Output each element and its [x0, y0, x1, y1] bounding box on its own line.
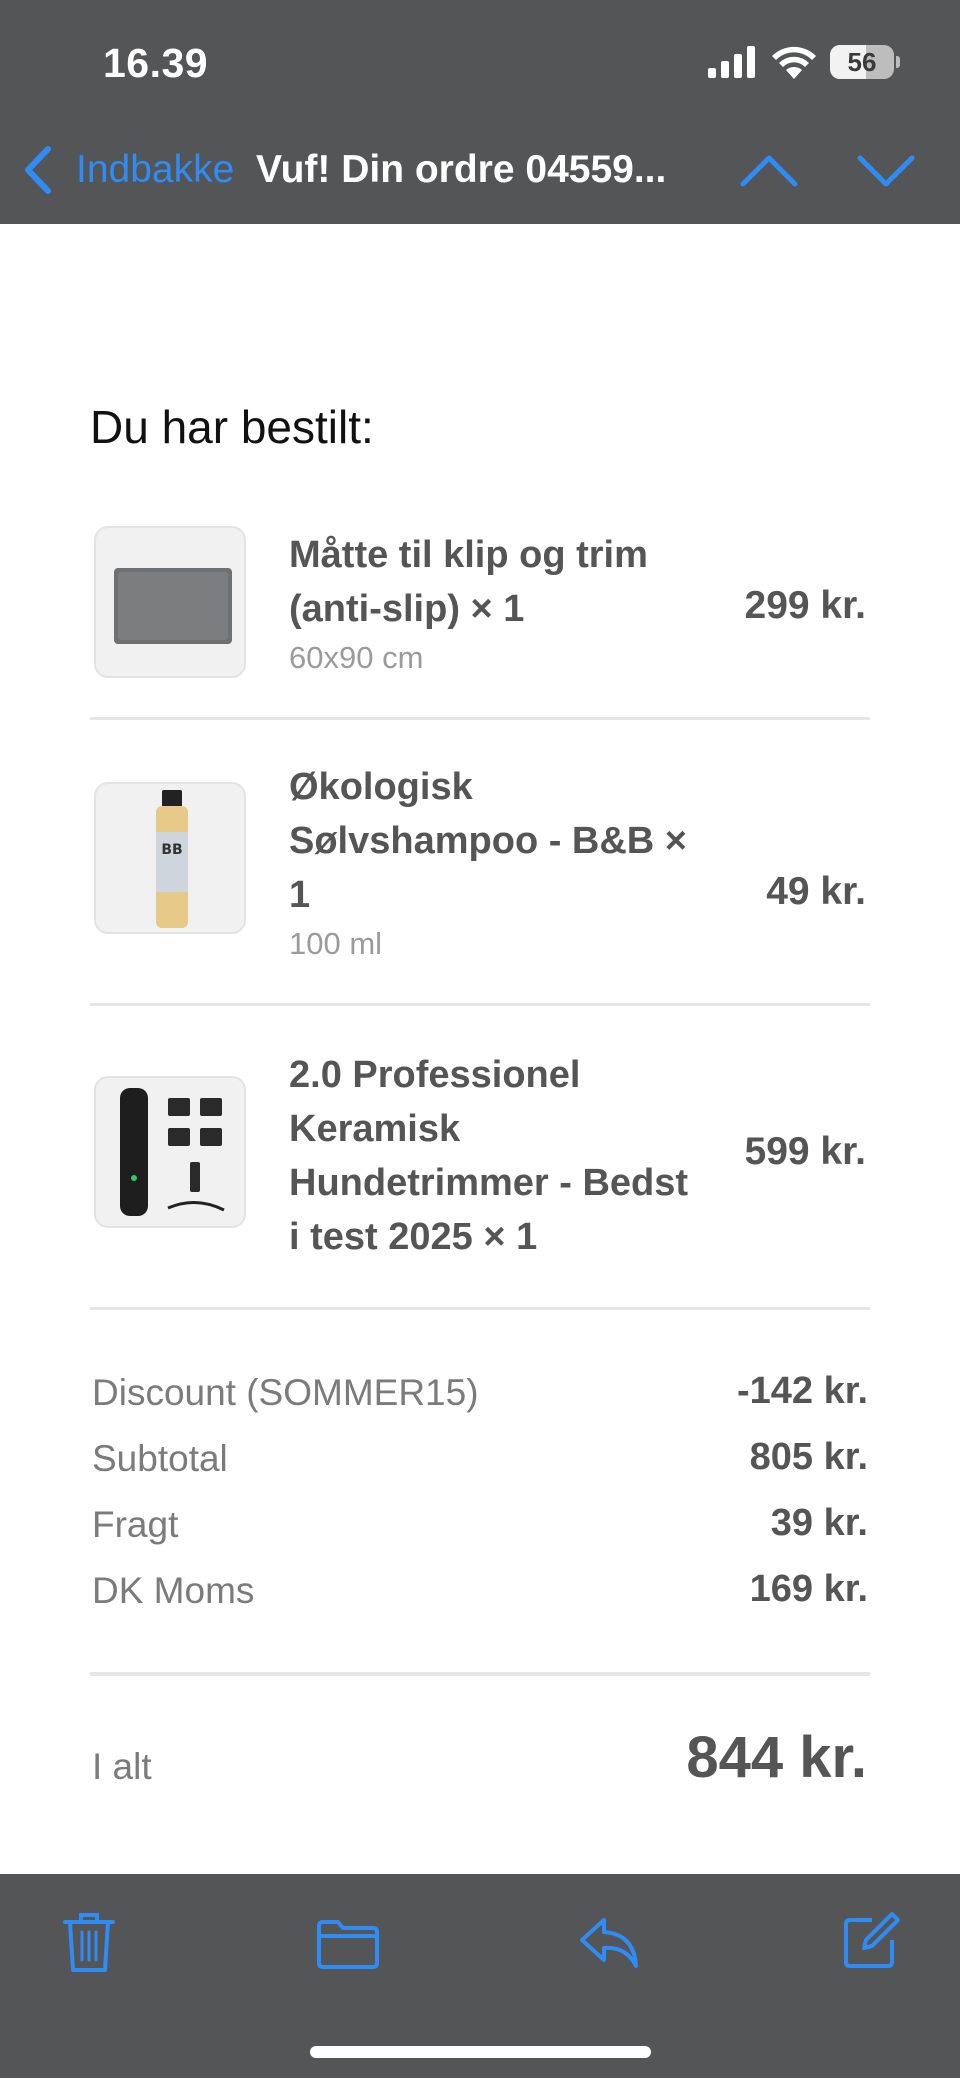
summary-label: Discount (SOMMER15) [92, 1372, 479, 1413]
item-price: 599 kr. [744, 1130, 866, 1173]
back-button[interactable]: Indbakke [76, 148, 234, 192]
email-body: Du har bestilt: Måtte til klip og trim (… [0, 224, 960, 1874]
compose-icon[interactable] [842, 1910, 900, 1970]
mail-navigation: Indbakke Vuf! Din ordre 04559... [0, 140, 960, 200]
divider [90, 1672, 870, 1676]
total-label: I alt [92, 1746, 152, 1787]
shampoo-thumbnail: BB [94, 782, 246, 934]
status-icons: 56 [708, 42, 900, 82]
svg-text:BB: BB [161, 842, 182, 858]
item-title: 2.0 Professionel Keramisk Hundetrimmer -… [289, 1054, 689, 1258]
subtotal-row: Subtotal 805 kr. [92, 1436, 868, 1498]
divider [90, 1003, 870, 1006]
previous-message-icon[interactable] [738, 150, 800, 190]
battery-icon: 56 [830, 45, 894, 79]
item-name: Økologisk Sølvshampoo - B&B × 1 100 ml [289, 760, 699, 966]
folder-icon[interactable] [316, 1918, 380, 1970]
item-price: 49 kr. [766, 870, 866, 913]
item-name: 2.0 Professionel Keramisk Hundetrimmer -… [289, 1048, 699, 1264]
order-item: Måtte til klip og trim (anti-slip) × 1 6… [90, 524, 870, 764]
battery-level: 56 [847, 46, 877, 77]
mat-thumbnail [94, 526, 246, 678]
summary-value: 39 kr. [770, 1502, 868, 1544]
summary-value: 169 kr. [749, 1568, 868, 1610]
divider [90, 1307, 870, 1310]
top-bar: 16.39 56 Indbakke Vuf! Din ordre 04559..… [0, 0, 960, 224]
item-title: Måtte til klip og trim (anti-slip) × 1 [289, 534, 648, 630]
trash-icon[interactable] [62, 1910, 116, 1976]
item-price: 299 kr. [744, 584, 866, 627]
divider [90, 717, 870, 720]
battery-tip [896, 56, 900, 68]
order-item: 2.0 Professionel Keramisk Hundetrimmer -… [90, 1048, 870, 1308]
home-indicator[interactable] [310, 2046, 651, 2058]
summary-label: Subtotal [92, 1438, 228, 1479]
item-variant: 100 ml [289, 926, 383, 961]
next-message-icon[interactable] [855, 150, 917, 190]
summary-value: 805 kr. [749, 1436, 868, 1478]
item-title: Økologisk Sølvshampoo - B&B × 1 [289, 766, 687, 916]
shipping-row: Fragt 39 kr. [92, 1502, 868, 1564]
reply-icon[interactable] [578, 1914, 640, 1970]
summary-label: Fragt [92, 1504, 179, 1545]
total-value: 844 kr. [686, 1725, 867, 1790]
vat-row: DK Moms 169 kr. [92, 1568, 868, 1630]
status-time: 16.39 [103, 40, 209, 86]
item-variant: 60x90 cm [289, 640, 424, 675]
order-item: BB Økologisk Sølvshampoo - B&B × 1 100 m… [90, 760, 870, 990]
back-chevron-icon[interactable] [18, 145, 58, 195]
signal-icon [708, 46, 755, 78]
mail-toolbar [0, 1874, 960, 2078]
item-name: Måtte til klip og trim (anti-slip) × 1 6… [289, 528, 699, 680]
summary-value: -142 kr. [737, 1370, 868, 1412]
trimmer-thumbnail [94, 1076, 246, 1228]
discount-row: Discount (SOMMER15) -142 kr. [92, 1370, 868, 1432]
wifi-icon [772, 46, 816, 79]
summary-label: DK Moms [92, 1570, 255, 1611]
message-subject: Vuf! Din ordre 04559... [256, 148, 667, 191]
order-heading: Du har bestilt: [90, 401, 374, 453]
